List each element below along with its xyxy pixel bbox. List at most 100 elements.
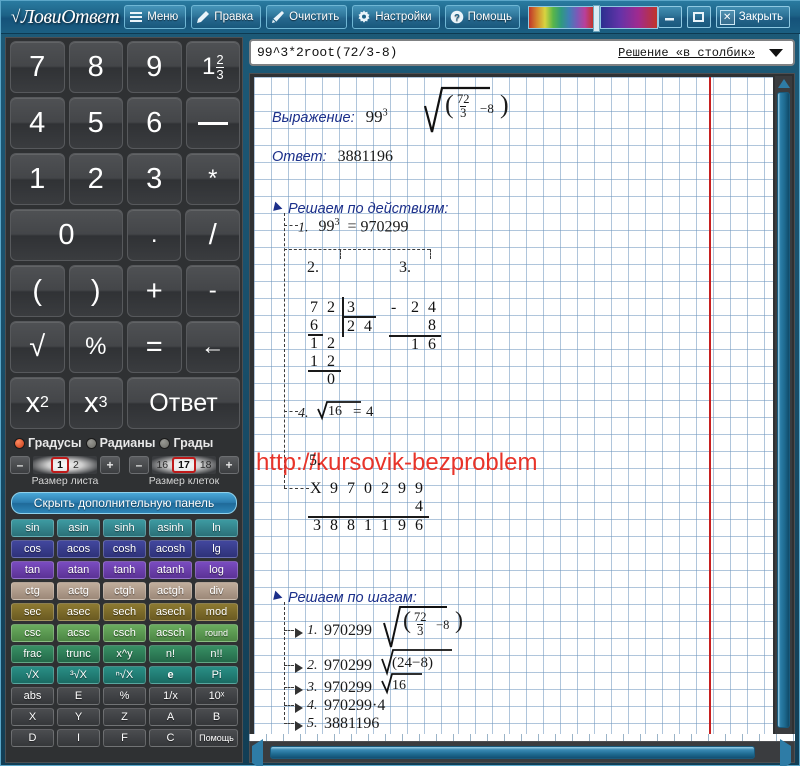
horizontal-scrollbar[interactable] [249, 739, 795, 766]
vertical-scroll-thumb[interactable] [777, 92, 790, 728]
function-button-actg[interactable]: actg [57, 582, 100, 600]
function-button-atan[interactable]: atan [57, 561, 100, 579]
key-0[interactable]: 0 [10, 209, 123, 261]
gradient-slider-handle[interactable] [593, 4, 601, 32]
function-button-Y[interactable]: Y [57, 708, 100, 726]
function-button-ctgh[interactable]: ctgh [103, 582, 146, 600]
function-button-percent[interactable]: % [103, 687, 146, 705]
key-equals[interactable]: = [127, 321, 182, 373]
function-button-asinh[interactable]: asinh [149, 519, 192, 537]
sheet-size-track[interactable]: 1 2 [33, 456, 97, 474]
function-button-asin[interactable]: asin [57, 519, 100, 537]
key-1[interactable]: 1 [10, 153, 65, 205]
function-button-nthroot[interactable]: ⁿ√X [103, 666, 146, 684]
by-actions-heading-row[interactable]: Решаем по действиям: [269, 200, 448, 218]
color-gradient-slider[interactable] [528, 4, 601, 32]
key-x-squared[interactable]: x2 [10, 377, 65, 429]
key-3[interactable]: 3 [127, 153, 182, 205]
angle-mode-radians[interactable]: Радианы [85, 436, 155, 450]
function-button-D[interactable]: D [11, 729, 54, 747]
key-mixed-fraction[interactable]: 123 [185, 41, 240, 93]
chevron-down-icon[interactable] [769, 48, 783, 57]
function-button-ctg[interactable]: ctg [11, 582, 54, 600]
key-9[interactable]: 9 [127, 41, 182, 93]
expression-input[interactable]: 99^3*2root(72/3-8) [257, 45, 618, 60]
function-button-tan[interactable]: tan [11, 561, 54, 579]
angle-mode-degrees[interactable]: Градусы [14, 436, 82, 450]
cell-size-value-17[interactable]: 17 [172, 457, 196, 473]
function-button-Z[interactable]: Z [103, 708, 146, 726]
radio-icon-degrees[interactable] [14, 437, 25, 449]
key-decimal-point[interactable]: . [126, 209, 182, 261]
scroll-right-button[interactable] [780, 739, 791, 766]
collapse-triangle-icon[interactable] [269, 201, 283, 215]
key-x-cubed[interactable]: x3 [68, 377, 124, 429]
function-button-e[interactable]: e [149, 666, 192, 684]
key-6[interactable]: 6 [127, 97, 182, 149]
sheet-size-decrement[interactable]: – [10, 456, 30, 474]
key-4[interactable]: 4 [10, 97, 65, 149]
radio-icon-radians[interactable] [85, 437, 97, 449]
key-8[interactable]: 8 [68, 41, 123, 93]
function-button-frac[interactable]: frac [11, 645, 54, 663]
function-button-tanh[interactable]: tanh [103, 561, 146, 579]
function-button-sec[interactable]: sec [11, 603, 54, 621]
key-plus[interactable]: + [127, 265, 182, 317]
function-button-double-factorial[interactable]: n!! [195, 645, 238, 663]
key-2[interactable]: 2 [68, 153, 123, 205]
key-paren-open[interactable]: ( [10, 265, 65, 317]
function-button-C[interactable]: C [149, 729, 192, 747]
radio-icon-grads[interactable] [159, 437, 171, 449]
sheet-size-value-1[interactable]: 1 [51, 457, 69, 473]
formula-bar[interactable]: 99^3*2root(72/3-8) Решение «в столбик» [249, 39, 795, 66]
function-button-atanh[interactable]: atanh [149, 561, 192, 579]
function-button-log[interactable]: log [195, 561, 238, 579]
function-button-abs[interactable]: abs [11, 687, 54, 705]
function-button-cbrt[interactable]: ³√X [57, 666, 100, 684]
function-button-E[interactable]: E [57, 687, 100, 705]
cell-size-value-18[interactable]: 18 [200, 459, 212, 471]
function-button-sech[interactable]: sech [103, 603, 146, 621]
key-backspace[interactable]: ← [185, 321, 240, 373]
function-button-asech[interactable]: asech [149, 603, 192, 621]
function-button-cosh[interactable]: cosh [103, 540, 146, 558]
toolbar-button-settings[interactable]: Настройки [352, 5, 440, 29]
function-button-acsch[interactable]: acsch [149, 624, 192, 642]
cell-size-decrement[interactable]: – [129, 456, 149, 474]
function-button-X[interactable]: X [11, 708, 54, 726]
function-button-round[interactable]: round [195, 624, 238, 642]
key-percent[interactable]: % [68, 321, 123, 373]
sheet-size-value-2[interactable]: 2 [73, 459, 79, 471]
function-button-F[interactable]: F [103, 729, 146, 747]
key-minus[interactable]: - [185, 265, 240, 317]
scroll-left-button[interactable] [252, 739, 263, 766]
key-sqrt[interactable]: √ [10, 321, 65, 373]
function-button-acosh[interactable]: acosh [149, 540, 192, 558]
function-button-div[interactable]: div [195, 582, 238, 600]
sheet-size-increment[interactable]: + [100, 456, 120, 474]
function-button-lg[interactable]: lg [195, 540, 238, 558]
function-button-mod[interactable]: mod [195, 603, 238, 621]
function-button-help[interactable]: Помощь [195, 729, 238, 747]
function-button-csch[interactable]: csch [103, 624, 146, 642]
function-button-csc[interactable]: csc [11, 624, 54, 642]
function-button-I[interactable]: I [57, 729, 100, 747]
toolbar-button-help[interactable]: ? Помощь [444, 5, 521, 29]
function-button-sqrt[interactable]: √X [11, 666, 54, 684]
toolbar-button-edit[interactable]: Правка [191, 5, 262, 29]
function-button-trunc[interactable]: trunc [57, 645, 100, 663]
key-paren-close[interactable]: ) [68, 265, 123, 317]
key-multiply[interactable]: * [185, 153, 240, 205]
function-button-sin[interactable]: sin [11, 519, 54, 537]
function-button-asec[interactable]: asec [57, 603, 100, 621]
function-button-A[interactable]: A [149, 708, 192, 726]
collapse-triangle-icon-steps[interactable] [269, 590, 283, 604]
toolbar-button-clear[interactable]: Очистить [266, 5, 348, 29]
function-button-reciprocal[interactable]: 1/x [149, 687, 192, 705]
function-button-ln[interactable]: ln [195, 519, 238, 537]
cell-size-track[interactable]: 16 17 18 [152, 456, 216, 474]
function-button-pi[interactable]: Pi [195, 666, 238, 684]
function-button-B[interactable]: B [195, 708, 238, 726]
maximize-button[interactable] [686, 6, 711, 28]
horizontal-scroll-thumb[interactable] [270, 746, 755, 759]
